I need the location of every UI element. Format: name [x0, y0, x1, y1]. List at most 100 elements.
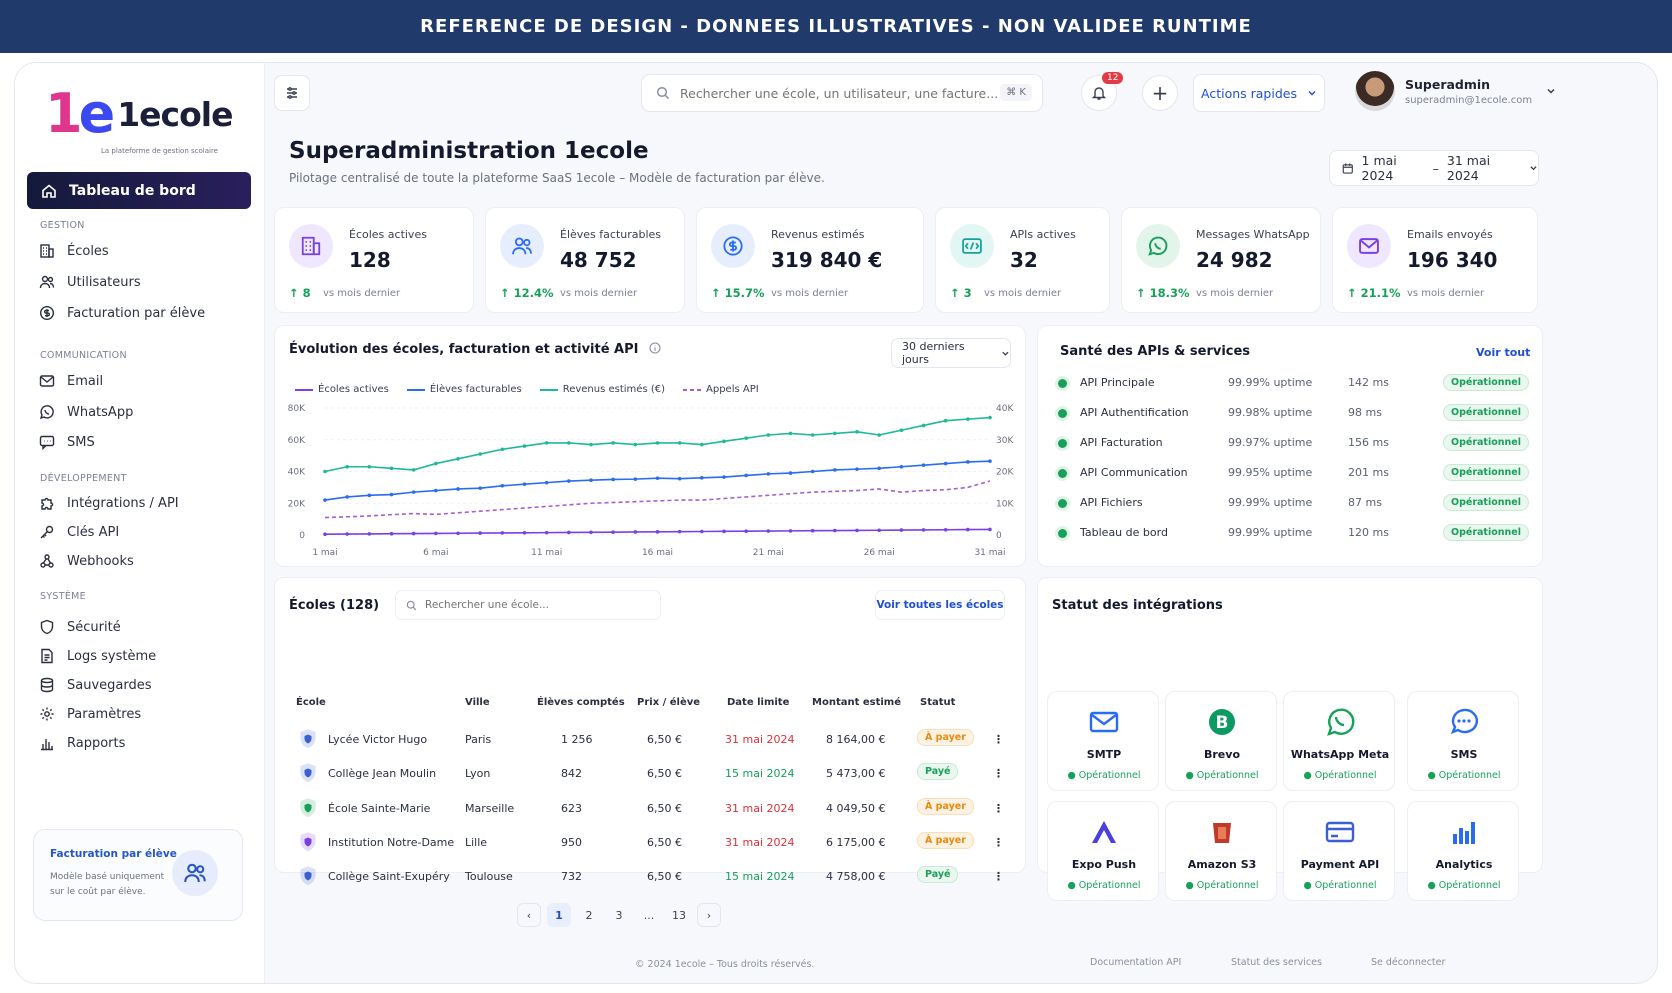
data-point[interactable] — [855, 430, 859, 434]
footer-link-status[interactable]: Statut des services — [1231, 957, 1322, 968]
data-point[interactable] — [633, 442, 638, 447]
global-search[interactable]: ⌘ K — [641, 74, 1043, 112]
data-point[interactable] — [456, 531, 460, 536]
data-point[interactable] — [877, 528, 881, 533]
sidebar-item-integrations[interactable]: Intégrations / API — [39, 495, 179, 511]
sidebar-item-billing[interactable]: Facturation par élève — [39, 305, 205, 321]
data-point[interactable] — [677, 441, 682, 445]
footer-link-api-docs[interactable]: Documentation API — [1090, 957, 1181, 968]
stat-card-schools[interactable]: Écoles actives 128 ↑ 8 vs mois dernier — [274, 207, 474, 313]
school-search-input[interactable] — [425, 599, 645, 611]
sidebar-item-email[interactable]: Email — [39, 373, 103, 389]
data-point[interactable] — [722, 439, 726, 444]
data-point[interactable] — [722, 475, 726, 479]
data-point[interactable] — [522, 482, 527, 486]
more-options-icon[interactable]: ⋮ — [993, 836, 1004, 849]
data-point[interactable] — [345, 495, 349, 499]
prev-page-button[interactable]: ‹ — [517, 903, 541, 927]
integration-card[interactable]: B Brevo ● Opérationnel — [1165, 691, 1277, 791]
quick-actions-dropdown[interactable]: Actions rapides — [1193, 74, 1325, 112]
data-point[interactable] — [456, 457, 460, 461]
integration-card[interactable]: Expo Push ● Opérationnel — [1047, 801, 1159, 901]
integration-card[interactable]: Analytics ● Opérationnel — [1407, 801, 1519, 901]
table-row[interactable]: Institution Notre-Dame Lille 950 6,50 € … — [289, 826, 1024, 860]
data-point[interactable] — [611, 441, 615, 445]
data-point[interactable] — [766, 433, 771, 437]
data-point[interactable] — [323, 498, 327, 502]
data-point[interactable] — [589, 530, 593, 535]
notifications-button[interactable]: 12 — [1081, 72, 1124, 111]
data-point[interactable] — [700, 529, 704, 534]
data-point[interactable] — [389, 531, 394, 536]
data-point[interactable] — [677, 476, 682, 481]
data-point[interactable] — [522, 444, 527, 448]
data-point[interactable] — [988, 527, 992, 532]
data-point[interactable] — [367, 464, 372, 469]
column-header[interactable]: Prix / élève — [637, 697, 700, 708]
more-options-icon[interactable]: ⋮ — [993, 767, 1004, 780]
api-status-row[interactable]: API Communication 99.95% uptime 201 ms O… — [1058, 464, 1529, 484]
sidebar-item-whatsapp[interactable]: WhatsApp — [39, 404, 133, 420]
sidebar-item-users[interactable]: Utilisateurs — [39, 274, 141, 290]
api-status-row[interactable]: API Principale 99.99% uptime 142 ms Opér… — [1058, 374, 1529, 394]
column-header[interactable]: Élèves comptés — [537, 697, 625, 708]
data-point[interactable] — [833, 468, 837, 472]
data-point[interactable] — [544, 441, 549, 445]
user-menu[interactable]: Superadmin superadmin@1ecole.com — [1355, 71, 1556, 111]
data-point[interactable] — [567, 479, 571, 483]
integration-card[interactable]: SMS ● Opérationnel — [1407, 691, 1519, 791]
sidebar-item-webhooks[interactable]: Webhooks — [39, 553, 134, 569]
stat-card-whatsapp[interactable]: Messages WhatsApp 24 982 ↑ 18.3% vs mois… — [1121, 207, 1321, 313]
data-point[interactable] — [589, 442, 593, 447]
table-row[interactable]: École Sainte-Marie Marseille 623 6,50 € … — [289, 792, 1024, 826]
data-point[interactable] — [899, 528, 904, 532]
data-point[interactable] — [589, 478, 593, 483]
data-point[interactable] — [478, 486, 482, 490]
page-button[interactable]: 13 — [667, 903, 691, 927]
data-point[interactable] — [323, 469, 327, 474]
page-button[interactable]: 2 — [577, 903, 601, 927]
data-point[interactable] — [345, 464, 349, 469]
table-row[interactable]: Collège Saint-Exupéry Toulouse 732 6,50 … — [289, 860, 1024, 894]
data-point[interactable] — [877, 433, 881, 437]
data-point[interactable] — [389, 466, 394, 471]
data-point[interactable] — [500, 483, 505, 488]
data-point[interactable] — [788, 471, 793, 475]
data-point[interactable] — [500, 531, 505, 535]
api-status-row[interactable]: API Authentification 99.98% uptime 98 ms… — [1058, 404, 1529, 424]
page-button[interactable]: 3 — [607, 903, 631, 927]
more-options-icon[interactable]: ⋮ — [993, 802, 1004, 815]
data-point[interactable] — [855, 467, 859, 471]
data-point[interactable] — [943, 527, 948, 532]
data-point[interactable] — [988, 415, 992, 420]
data-point[interactable] — [434, 461, 438, 466]
data-point[interactable] — [833, 431, 837, 436]
data-point[interactable] — [323, 532, 327, 537]
integration-card[interactable]: WhatsApp Meta ● Opérationnel — [1283, 691, 1395, 791]
column-header[interactable]: Statut — [920, 697, 955, 708]
data-point[interactable] — [943, 418, 948, 423]
data-point[interactable] — [921, 528, 926, 532]
integration-card[interactable]: Amazon S3 ● Opérationnel — [1165, 801, 1277, 901]
data-point[interactable] — [677, 529, 682, 534]
data-point[interactable] — [744, 436, 748, 440]
sidebar-item-backups[interactable]: Sauvegardes — [39, 677, 152, 693]
stat-card-emails[interactable]: Emails envoyés 196 340 ↑ 21.1% vs mois d… — [1332, 207, 1538, 313]
data-point[interactable] — [456, 487, 460, 491]
table-row[interactable]: Lycée Victor Hugo Paris 1 256 6,50 € 31 … — [289, 723, 1024, 757]
data-point[interactable] — [633, 530, 638, 534]
data-point[interactable] — [567, 441, 571, 445]
data-point[interactable] — [345, 532, 349, 536]
data-point[interactable] — [567, 530, 571, 535]
integration-card[interactable]: Payment API ● Opérationnel — [1283, 801, 1395, 901]
data-point[interactable] — [611, 530, 615, 534]
data-point[interactable] — [544, 480, 549, 485]
data-point[interactable] — [544, 530, 549, 535]
chart-range-select[interactable]: 30 derniers jours — [891, 338, 1011, 368]
see-all-link[interactable]: Voir tout — [1476, 346, 1530, 359]
table-row[interactable]: Collège Jean Moulin Lyon 842 6,50 € 15 m… — [289, 757, 1024, 791]
column-header[interactable]: Ville — [465, 697, 490, 708]
page-button[interactable]: 1 — [547, 903, 571, 927]
sidebar-item-settings[interactable]: Paramètres — [39, 706, 141, 722]
data-point[interactable] — [966, 460, 970, 464]
